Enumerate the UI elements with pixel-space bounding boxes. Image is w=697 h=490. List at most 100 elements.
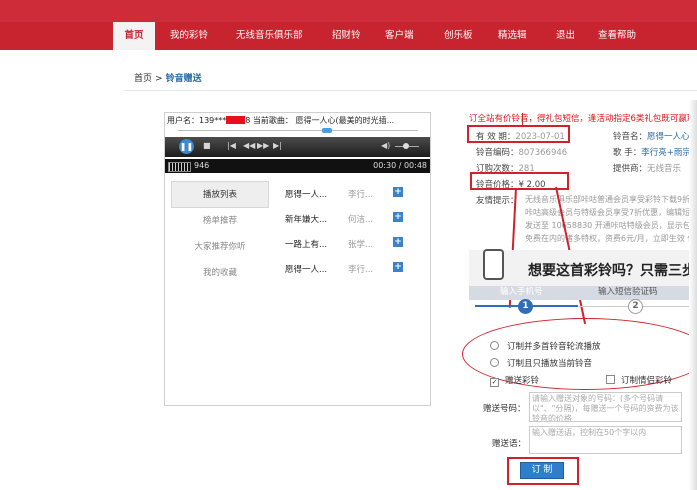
recipient-label: 赠送号码：	[483, 404, 526, 414]
rewind-icon[interactable]: ◀◀	[243, 141, 255, 150]
gift-label: 赠送彩铃	[505, 376, 540, 386]
option-single-ring[interactable]: 订制且只播放当前铃音	[490, 357, 592, 369]
tab-playlist[interactable]: 播放列表	[171, 181, 269, 208]
status-bar: 946 00:30 / 00:48	[165, 159, 430, 173]
volume-handle[interactable]	[403, 143, 409, 149]
option-label: 订制并多首铃音轮流播放	[507, 342, 601, 352]
ring-name: 铃音名：愿得一人心(最	[613, 130, 697, 142]
divider	[125, 90, 697, 91]
song-artist: 李行...	[348, 190, 374, 200]
equalizer-icon	[168, 162, 191, 172]
step2-label: 输入短信验证码	[598, 287, 658, 297]
song-title: 愿得一人...	[285, 190, 328, 200]
song-artist: 李行...	[348, 265, 374, 275]
song-title: 一路上有...	[285, 240, 328, 250]
fast-forward-icon[interactable]: ▶▶	[257, 141, 269, 150]
ring-name-label: 铃音名：	[613, 132, 648, 142]
annotation-box-valid	[467, 125, 570, 143]
breadcrumb-separator: >	[155, 74, 163, 84]
music-player: 用户名：139*** 8 当前歌曲： 愿得一人心(最美的时光插... ❚❚ ■ |…	[164, 112, 431, 406]
nav-logout[interactable]: 退出	[556, 22, 575, 50]
skip-forward-icon[interactable]: ▶|	[273, 141, 282, 150]
user-label: 用户名：	[167, 116, 199, 125]
nav-client[interactable]: 客户端	[385, 22, 414, 50]
recipient-input[interactable]: 请输入赠送对象的号码：(多个号码请以"、"分隔)，每赠送一个号码的资费为该铃音的…	[529, 392, 682, 422]
tip-line: 免费在内的诸多特权，资费6元/月，立即生效 仅	[525, 234, 696, 243]
nav-help[interactable]: 查看帮助	[598, 22, 636, 50]
breadcrumb: 首页 > 铃音赠送	[134, 71, 202, 84]
breadcrumb-current: 铃音赠送	[165, 74, 202, 84]
nav-fortune-ring[interactable]: 招财铃	[332, 22, 361, 50]
phone-icon	[483, 249, 504, 280]
order-question: 想要这首彩铃吗？只需三步	[528, 263, 696, 279]
list-item[interactable]: 愿得一人... 李行... +	[282, 185, 432, 210]
singer: 歌 手：李行亮+雨宗...	[613, 146, 697, 158]
track-number: 946	[194, 161, 210, 170]
top-banner	[0, 0, 697, 22]
song-artist: 何洁...	[348, 215, 374, 225]
page-edge	[689, 100, 697, 490]
song-artist: 张学...	[348, 240, 374, 250]
tab-charts[interactable]: 榜单推荐	[171, 208, 269, 234]
add-icon[interactable]: +	[393, 212, 403, 222]
message-label: 赠送语：	[492, 439, 527, 449]
gift-checkbox-row[interactable]: ✓ 赠送彩铃	[490, 374, 539, 387]
couple-checkbox[interactable]	[606, 375, 615, 384]
nav-collections[interactable]: 精选辑	[498, 22, 527, 50]
volume-icon[interactable]: ◀)	[381, 141, 390, 150]
gift-checkbox[interactable]: ✓	[490, 378, 499, 387]
breadcrumb-home[interactable]: 首页	[134, 74, 152, 84]
option-label: 订制且只播放当前铃音	[507, 359, 593, 369]
nav-my-ringtone[interactable]: 我的彩铃	[170, 22, 208, 50]
singer-label: 歌 手：	[613, 148, 642, 158]
pause-button[interactable]: ❚❚	[179, 139, 194, 154]
tab-favorites[interactable]: 我的收藏	[171, 260, 269, 286]
current-song-label: 当前歌曲：	[250, 116, 293, 125]
current-song-title: 愿得一人心(最美的时光插...	[295, 116, 395, 125]
radio-button[interactable]	[490, 341, 499, 350]
add-icon[interactable]: +	[393, 262, 403, 272]
seek-bar[interactable]	[178, 130, 418, 135]
play-time: 00:30 / 00:48	[373, 161, 427, 170]
ring-code: 铃音编码：807366946	[476, 146, 567, 158]
tip-line: 无线音乐俱乐部咔咕普通会员享受彩铃下载9折	[525, 195, 691, 204]
list-item[interactable]: 新年嫌大... 何洁... +	[282, 210, 432, 235]
song-title: 新年嫌大...	[285, 215, 328, 225]
annotation-arrow	[522, 113, 523, 125]
couple-label: 订制情侣彩铃	[621, 376, 673, 386]
step1-label: 输入手机号	[500, 287, 543, 297]
redaction-mark	[226, 116, 246, 124]
user-number-prefix: 139***	[199, 116, 227, 125]
add-icon[interactable]: +	[393, 237, 403, 247]
skip-back-icon[interactable]: |◀	[227, 141, 236, 150]
tip-line: 发送至 10658830 开通咔咕特级会员，显示包括	[525, 221, 697, 230]
provider-value: 无线音乐	[647, 164, 682, 174]
order-button[interactable]: 订 制	[520, 462, 564, 479]
provider: 提供商：无线音乐	[613, 162, 681, 174]
nav-music-club[interactable]: 无线音乐俱乐部	[236, 22, 303, 50]
control-bar: ❚❚ ■ |◀ ◀◀ ▶▶ ▶| ◀)	[165, 137, 430, 157]
couple-checkbox-row[interactable]: 订制情侣彩铃	[606, 374, 672, 386]
code-value: 807366946	[518, 148, 568, 158]
provider-label: 提供商：	[613, 164, 648, 174]
tip-label: 友情提示：	[476, 196, 519, 206]
nav-home[interactable]: 首页	[113, 22, 155, 50]
playlist-tabs: 播放列表 榜单推荐 大家推荐你听 我的收藏	[171, 181, 269, 286]
step2-indicator: 2	[628, 299, 643, 314]
song-title: 愿得一人...	[285, 265, 328, 275]
list-item[interactable]: 一路上有... 张学... +	[282, 235, 432, 260]
tab-recommended[interactable]: 大家推荐你听	[171, 234, 269, 260]
step1-indicator: 1	[518, 299, 533, 314]
player-header: 用户名：139*** 8 当前歌曲： 愿得一人心(最美的时光插...	[167, 115, 394, 126]
song-list: 愿得一人... 李行... + 新年嫌大... 何洁... + 一路上有... …	[282, 185, 432, 285]
list-item[interactable]: 愿得一人... 李行... +	[282, 260, 432, 285]
radio-button[interactable]	[490, 358, 499, 367]
option-multi-ring[interactable]: 订制并多首铃音轮流播放	[490, 340, 601, 352]
add-icon[interactable]: +	[393, 187, 403, 197]
seek-handle[interactable]	[322, 128, 332, 133]
tip-line: 咔咕高级会员与特级会员享受7折优惠，编辑短	[525, 208, 691, 217]
stop-icon[interactable]: ■	[203, 141, 211, 150]
message-input[interactable]: 输入赠送语，控制在50个字以内	[529, 426, 682, 454]
nav-creative-board[interactable]: 创乐板	[444, 22, 473, 50]
promo-text: 订全站有价铃音，得礼包短信，逢活动指定6类礼包既可赢取	[469, 114, 696, 124]
